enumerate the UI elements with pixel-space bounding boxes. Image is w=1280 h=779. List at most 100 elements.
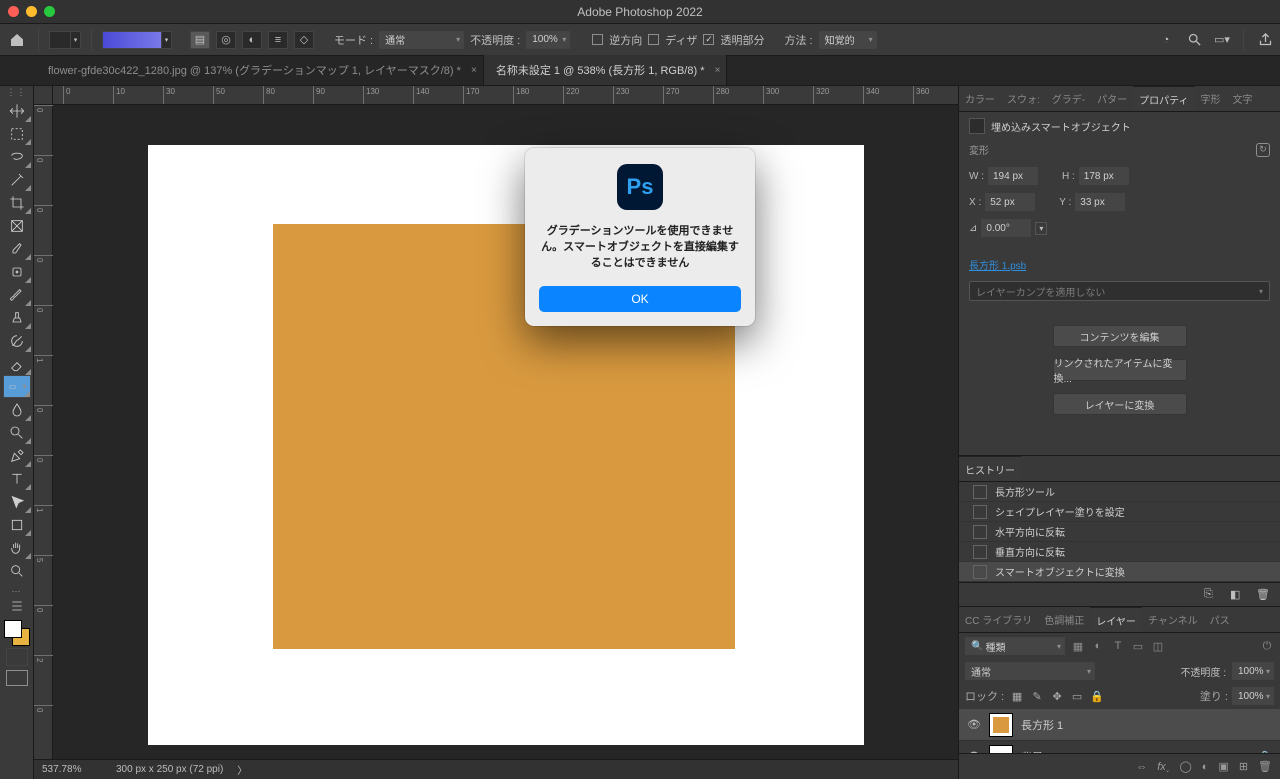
filter-adjust-icon[interactable]: ◐ xyxy=(1091,639,1105,653)
gradient-angle-icon[interactable]: ◐ xyxy=(242,31,262,49)
trash-icon[interactable]: 🗑 xyxy=(1256,588,1270,602)
new-layer-icon[interactable]: ⊞ xyxy=(1239,760,1248,773)
vertical-ruler[interactable]: 0000010015020 xyxy=(34,105,53,759)
eyedropper-tool-icon[interactable] xyxy=(3,237,31,260)
shape-tool-icon[interactable] xyxy=(3,513,31,536)
width-field[interactable]: 194 px xyxy=(988,167,1038,185)
camera-icon[interactable]: ◧ xyxy=(1230,588,1244,602)
panel-tab[interactable]: 字形 xyxy=(1195,86,1227,111)
status-chevron-icon[interactable]: 〉 xyxy=(237,762,247,777)
group-icon[interactable]: ▣ xyxy=(1218,760,1228,773)
dither-checkbox[interactable] xyxy=(648,34,659,45)
hand-tool-icon[interactable] xyxy=(3,536,31,559)
adjustment-icon[interactable]: ◐ xyxy=(1202,761,1209,773)
workspace-switch-icon[interactable]: ▭▾ xyxy=(1213,31,1231,49)
close-window-icon[interactable] xyxy=(8,6,19,17)
stamp-tool-icon[interactable] xyxy=(3,306,31,329)
tool-preset-swatch[interactable] xyxy=(49,31,71,49)
cloud-docs-icon[interactable]: ◔ xyxy=(1157,31,1175,49)
panel-tab[interactable]: 文字 xyxy=(1227,86,1259,111)
frame-tool-icon[interactable] xyxy=(3,214,31,237)
filter-toggle-icon[interactable]: ⏻ xyxy=(1260,639,1274,653)
history-item[interactable]: 垂直方向に反転 xyxy=(959,542,1280,562)
history-brush-tool-icon[interactable] xyxy=(3,329,31,352)
blend-mode-select[interactable]: 通常 xyxy=(379,31,464,49)
layer-name[interactable]: 長方形 1 xyxy=(1021,717,1063,733)
document-tab[interactable]: 名称未設定 1 @ 538% (長方形 1, RGB/8) *× xyxy=(484,55,728,85)
brush-tool-icon[interactable] xyxy=(3,283,31,306)
panel-tab[interactable]: チャンネル xyxy=(1142,607,1204,632)
history-item[interactable]: スマートオブジェクトに変換 xyxy=(959,562,1280,582)
history-tab[interactable]: ヒストリー xyxy=(959,456,1021,481)
panel-tab[interactable]: パター xyxy=(1091,86,1133,111)
minimize-window-icon[interactable] xyxy=(26,6,37,17)
panel-tab[interactable]: スウォ: xyxy=(1001,86,1046,111)
edit-toolbar-icon[interactable] xyxy=(3,598,31,614)
filter-smart-icon[interactable]: ◫ xyxy=(1151,639,1165,653)
zoom-tool-icon[interactable] xyxy=(3,559,31,582)
filter-pixel-icon[interactable]: ▦ xyxy=(1071,639,1085,653)
gradient-tool-icon[interactable] xyxy=(3,375,31,398)
gradient-diamond-icon[interactable]: ◇ xyxy=(294,31,314,49)
canvas-area[interactable] xyxy=(53,105,958,759)
mask-icon[interactable]: ◯ xyxy=(1179,760,1191,773)
height-field[interactable]: 178 px xyxy=(1079,167,1129,185)
document-tab[interactable]: flower-gfde30c422_1280.jpg @ 137% (グラデーシ… xyxy=(36,55,484,85)
screenmode-icon[interactable] xyxy=(6,670,28,686)
home-button[interactable] xyxy=(6,29,28,51)
fill-opacity-field[interactable]: 100% xyxy=(1232,687,1274,705)
wand-tool-icon[interactable] xyxy=(3,168,31,191)
layer-comp-select[interactable]: レイヤーカンプを適用しない xyxy=(969,281,1270,301)
panel-tab[interactable]: レイヤー xyxy=(1090,607,1142,632)
angle-field[interactable]: 0.00° xyxy=(981,219,1031,237)
lasso-tool-icon[interactable] xyxy=(3,145,31,168)
delete-layer-icon[interactable]: 🗑 xyxy=(1258,760,1272,773)
zoom-level[interactable]: 537.78% xyxy=(42,764,102,775)
panel-tab[interactable]: パス xyxy=(1204,607,1236,632)
transparency-checkbox[interactable] xyxy=(703,34,714,45)
gradient-linear-icon[interactable]: ▤ xyxy=(190,31,210,49)
convert-layer-button[interactable]: レイヤーに変換 xyxy=(1053,393,1187,415)
convert-linked-button[interactable]: リンクされたアイテムに変換... xyxy=(1053,359,1187,381)
gradient-radial-icon[interactable]: ◎ xyxy=(216,31,236,49)
lock-pixels-icon[interactable]: ▦ xyxy=(1010,689,1024,703)
lock-artboard-icon[interactable]: ▭ xyxy=(1070,689,1084,703)
lock-all-icon[interactable]: 🔒 xyxy=(1090,689,1104,703)
share-icon[interactable] xyxy=(1256,31,1274,49)
panel-tab[interactable]: プロパティ xyxy=(1133,86,1194,111)
reverse-checkbox[interactable] xyxy=(592,34,603,45)
gradient-dd[interactable]: ▾ xyxy=(162,31,172,49)
opacity-field[interactable]: 100% xyxy=(526,31,570,49)
panel-tab[interactable]: グラデ- xyxy=(1046,86,1091,111)
maximize-window-icon[interactable] xyxy=(44,6,55,17)
dodge-tool-icon[interactable] xyxy=(3,421,31,444)
close-tab-icon[interactable]: × xyxy=(715,65,721,76)
filter-shape-icon[interactable]: ▭ xyxy=(1131,639,1145,653)
y-field[interactable]: 33 px xyxy=(1075,193,1125,211)
color-swatches[interactable] xyxy=(4,620,30,646)
fx-icon[interactable]: fx˯ xyxy=(1157,761,1169,773)
ruler-origin-icon[interactable] xyxy=(34,86,53,105)
layer-opacity-field[interactable]: 100% xyxy=(1232,662,1274,680)
history-item[interactable]: 長方形ツール xyxy=(959,482,1280,502)
gradient-swatch[interactable] xyxy=(102,31,162,49)
move-tool-icon[interactable] xyxy=(3,99,31,122)
history-item[interactable]: シェイプレイヤー塗りを設定 xyxy=(959,502,1280,522)
marquee-tool-icon[interactable] xyxy=(3,122,31,145)
horizontal-ruler[interactable]: -100103050809013014017018022023027028030… xyxy=(53,86,958,105)
x-field[interactable]: 52 px xyxy=(985,193,1035,211)
gradient-reflected-icon[interactable]: ≡ xyxy=(268,31,288,49)
new-snapshot-icon[interactable]: ⎘ xyxy=(1204,588,1218,602)
blur-tool-icon[interactable] xyxy=(3,398,31,421)
blendmode-select[interactable]: 通常 xyxy=(965,662,1095,680)
visibility-icon[interactable]: 👁 xyxy=(967,718,981,732)
linked-file[interactable]: 長方形 1.psb xyxy=(969,257,1270,272)
filter-type-icon[interactable]: T xyxy=(1111,639,1125,653)
panel-tab[interactable]: 色調補正 xyxy=(1038,607,1090,632)
tool-preset-dd[interactable]: ▾ xyxy=(71,31,81,49)
pen-tool-icon[interactable] xyxy=(3,444,31,467)
link-layers-icon[interactable]: ⇔ xyxy=(1136,761,1147,773)
layer-row[interactable]: 👁 背景 🔒 xyxy=(959,741,1280,753)
panel-tab[interactable]: CC ライブラリ xyxy=(959,607,1038,632)
search-icon[interactable] xyxy=(1185,31,1203,49)
